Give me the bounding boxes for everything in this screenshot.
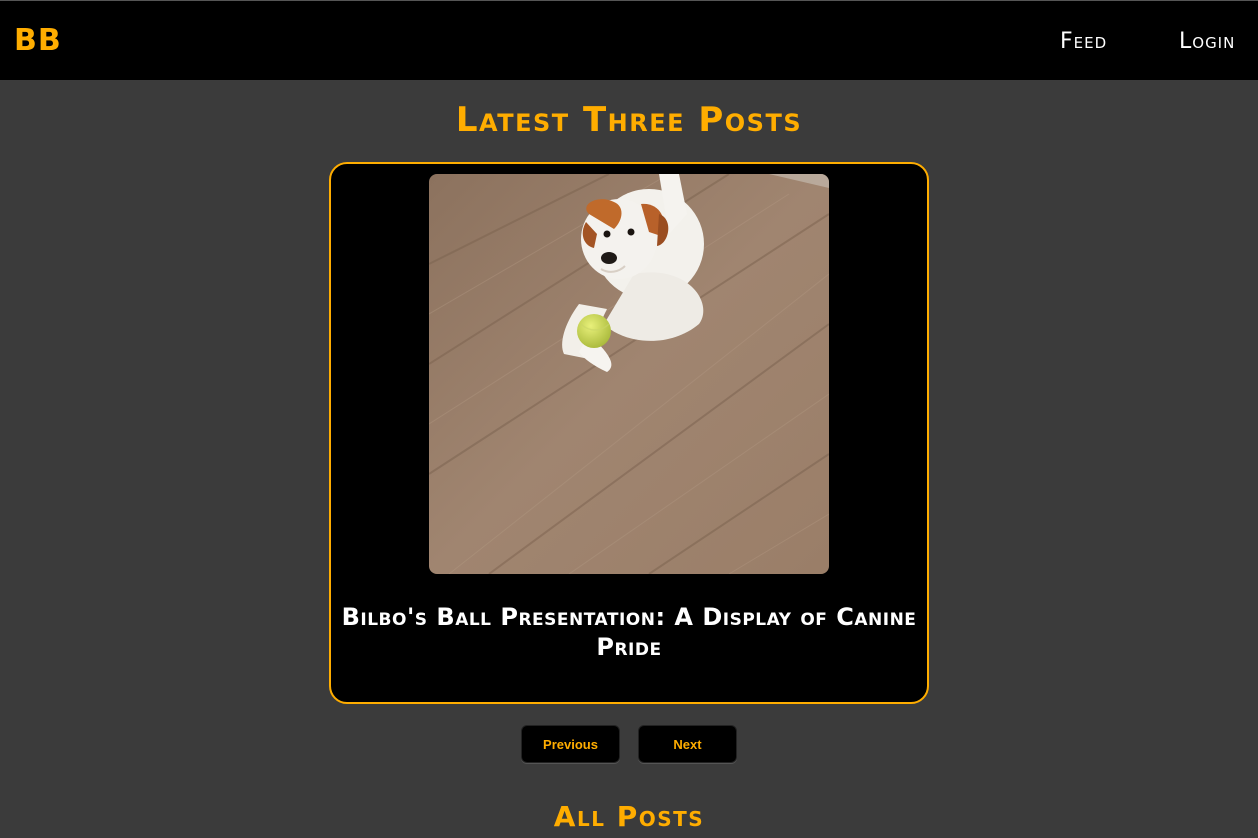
post-image[interactable] <box>429 174 829 574</box>
brand-logo-link[interactable]: BB <box>14 23 62 58</box>
all-posts-heading: All Posts <box>553 800 705 833</box>
dog-photo-illustration <box>429 174 829 574</box>
latest-posts-heading: Latest Three Posts <box>455 100 803 140</box>
nav-link-login[interactable]: Login <box>1179 29 1235 54</box>
post-title[interactable]: Bilbo's Ball Presentation: A Display of … <box>341 602 917 662</box>
next-button[interactable]: Next <box>638 725 737 763</box>
top-navbar: BB Feed Login <box>0 0 1258 80</box>
post-card[interactable]: Bilbo's Ball Presentation: A Display of … <box>329 162 929 704</box>
nav-link-feed[interactable]: Feed <box>1060 29 1107 54</box>
previous-button[interactable]: Previous <box>521 725 620 763</box>
